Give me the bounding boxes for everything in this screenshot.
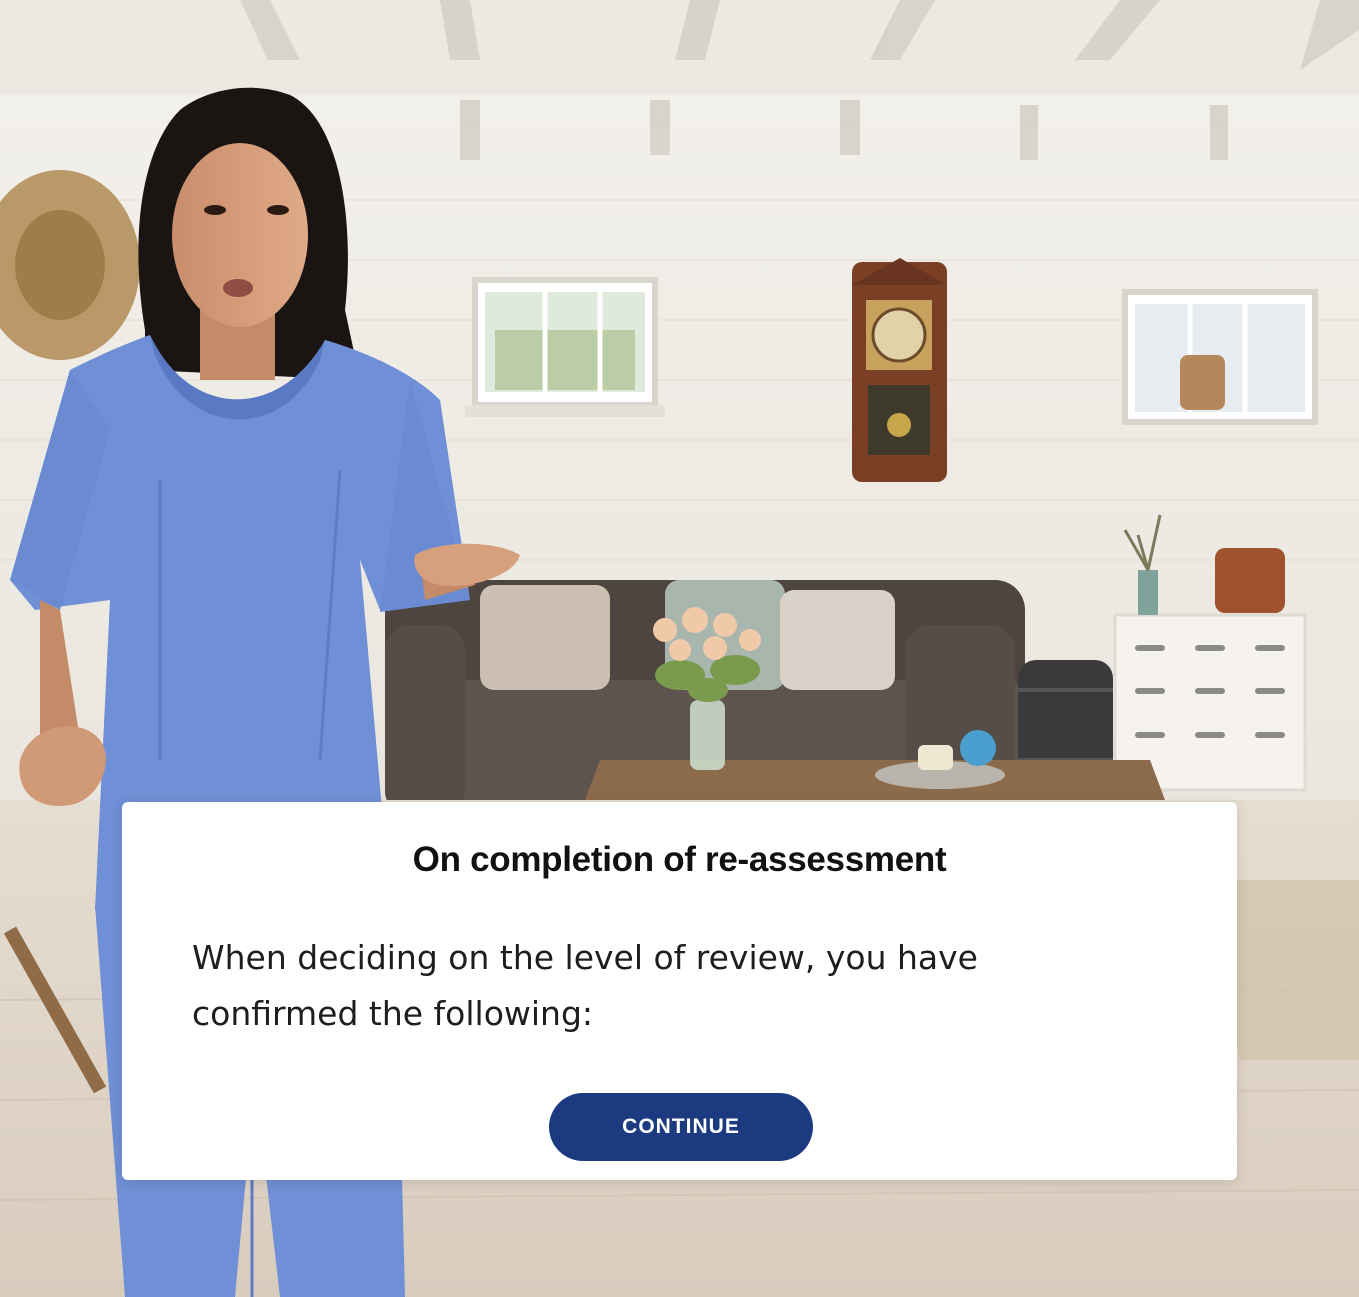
dialog-title: On completion of re-assessment	[412, 840, 947, 879]
dialog-panel: On completion of re-assessment When deci…	[122, 802, 1237, 1180]
continue-button[interactable]: CONTINUE	[549, 1093, 813, 1161]
slide-stage: On completion of re-assessment When deci…	[0, 0, 1359, 1297]
dialog-body-text: When deciding on the level of review, yo…	[192, 938, 978, 1033]
